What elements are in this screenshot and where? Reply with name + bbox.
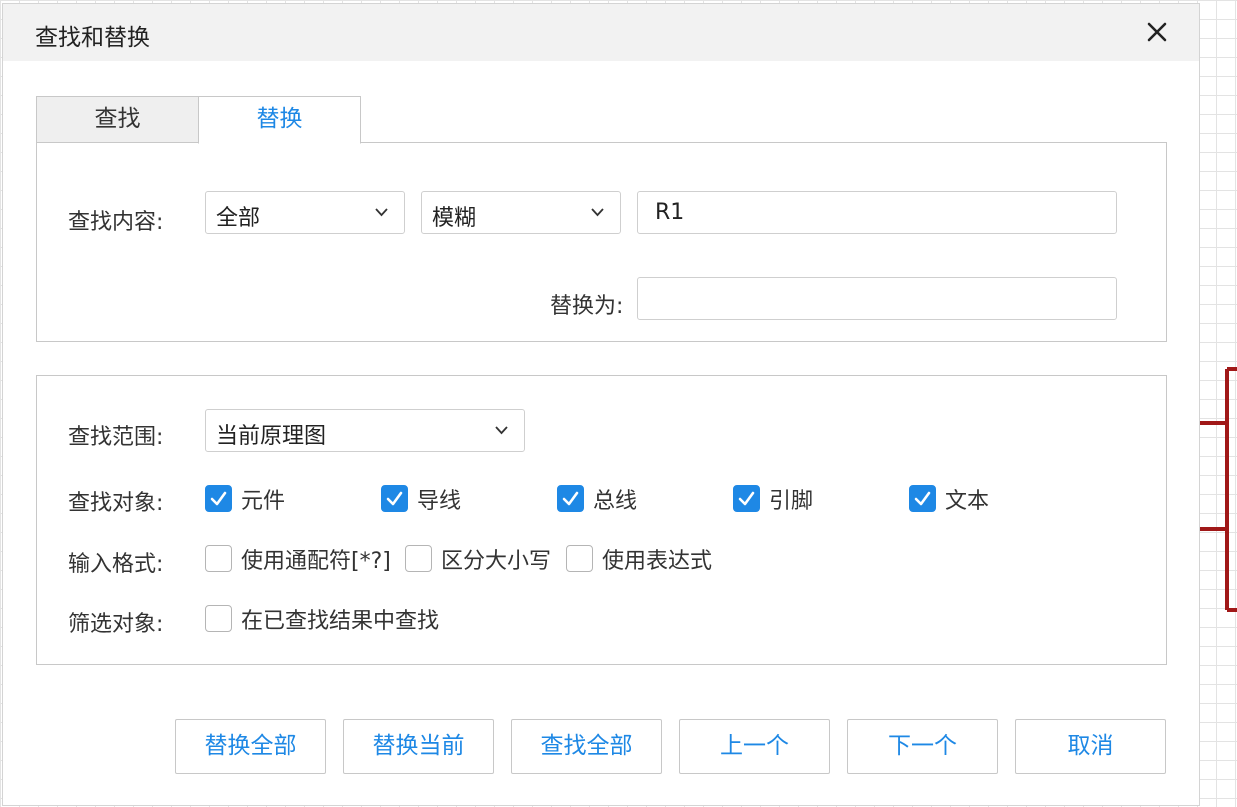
checkbox-pin[interactable] — [733, 485, 760, 512]
replace-input[interactable] — [637, 277, 1117, 320]
schematic-wire-fragment — [1200, 367, 1237, 612]
search-scope-value: 全部 — [216, 206, 261, 231]
replace-all-button[interactable]: 替换全部 — [175, 719, 326, 774]
chevron-down-icon — [591, 208, 604, 217]
checkbox-text-label[interactable]: 文本 — [945, 483, 989, 515]
checkbox-search-in-results-label[interactable]: 在已查找结果中查找 — [241, 603, 439, 635]
chevron-down-icon — [375, 208, 388, 217]
dialog-title: 查找和替换 — [35, 25, 150, 51]
match-mode-select[interactable]: 模糊 — [421, 191, 621, 234]
match-mode-value: 模糊 — [432, 206, 477, 231]
checkbox-search-in-results[interactable] — [205, 605, 232, 632]
check-icon — [914, 491, 931, 506]
check-icon — [562, 491, 579, 506]
cancel-button[interactable]: 取消 — [1015, 719, 1166, 774]
input-format-label: 输入格式: — [68, 552, 164, 577]
chevron-down-icon — [495, 426, 508, 435]
search-scope-select[interactable]: 全部 — [205, 191, 405, 234]
replace-current-button[interactable]: 替换当前 — [343, 719, 494, 774]
filter-objects-label: 筛选对象: — [68, 612, 164, 637]
checkbox-wire[interactable] — [381, 485, 408, 512]
checkbox-pin-label[interactable]: 引脚 — [769, 483, 813, 515]
checkbox-wire-label[interactable]: 导线 — [417, 483, 461, 515]
checkbox-component-label[interactable]: 元件 — [241, 483, 285, 515]
previous-button[interactable]: 上一个 — [679, 719, 830, 774]
checkbox-regex[interactable] — [566, 545, 593, 572]
check-icon — [738, 491, 755, 506]
check-icon — [386, 491, 403, 506]
check-icon — [210, 491, 227, 506]
checkbox-wildcard[interactable] — [205, 545, 232, 572]
search-objects-label: 查找对象: — [68, 491, 164, 516]
tab-find[interactable]: 查找 — [36, 96, 199, 143]
checkbox-bus-label[interactable]: 总线 — [593, 483, 637, 515]
checkbox-component[interactable] — [205, 485, 232, 512]
find-all-button[interactable]: 查找全部 — [511, 719, 662, 774]
search-range-select[interactable]: 当前原理图 — [205, 409, 525, 452]
checkbox-regex-label[interactable]: 使用表达式 — [602, 543, 712, 575]
search-content-label: 查找内容: — [68, 210, 164, 235]
next-button[interactable]: 下一个 — [847, 719, 998, 774]
checkbox-bus[interactable] — [557, 485, 584, 512]
checkbox-case-sensitive[interactable] — [405, 545, 432, 572]
search-range-label: 查找范围: — [68, 425, 164, 450]
find-replace-dialog: 查找和替换 查找 替换 查找内容: 全部 模糊 替换为: 查找范围: 当前原理图… — [2, 3, 1200, 806]
tab-replace[interactable]: 替换 — [198, 96, 361, 144]
replace-with-label: 替换为: — [550, 294, 624, 319]
close-icon[interactable] — [1143, 18, 1171, 46]
search-range-value: 当前原理图 — [216, 424, 327, 449]
checkbox-text[interactable] — [909, 485, 936, 512]
search-input[interactable] — [637, 191, 1117, 234]
checkbox-wildcard-label[interactable]: 使用通配符[*?] — [241, 543, 391, 575]
checkbox-case-sensitive-label[interactable]: 区分大小写 — [441, 543, 551, 575]
dialog-titlebar: 查找和替换 — [3, 4, 1199, 61]
